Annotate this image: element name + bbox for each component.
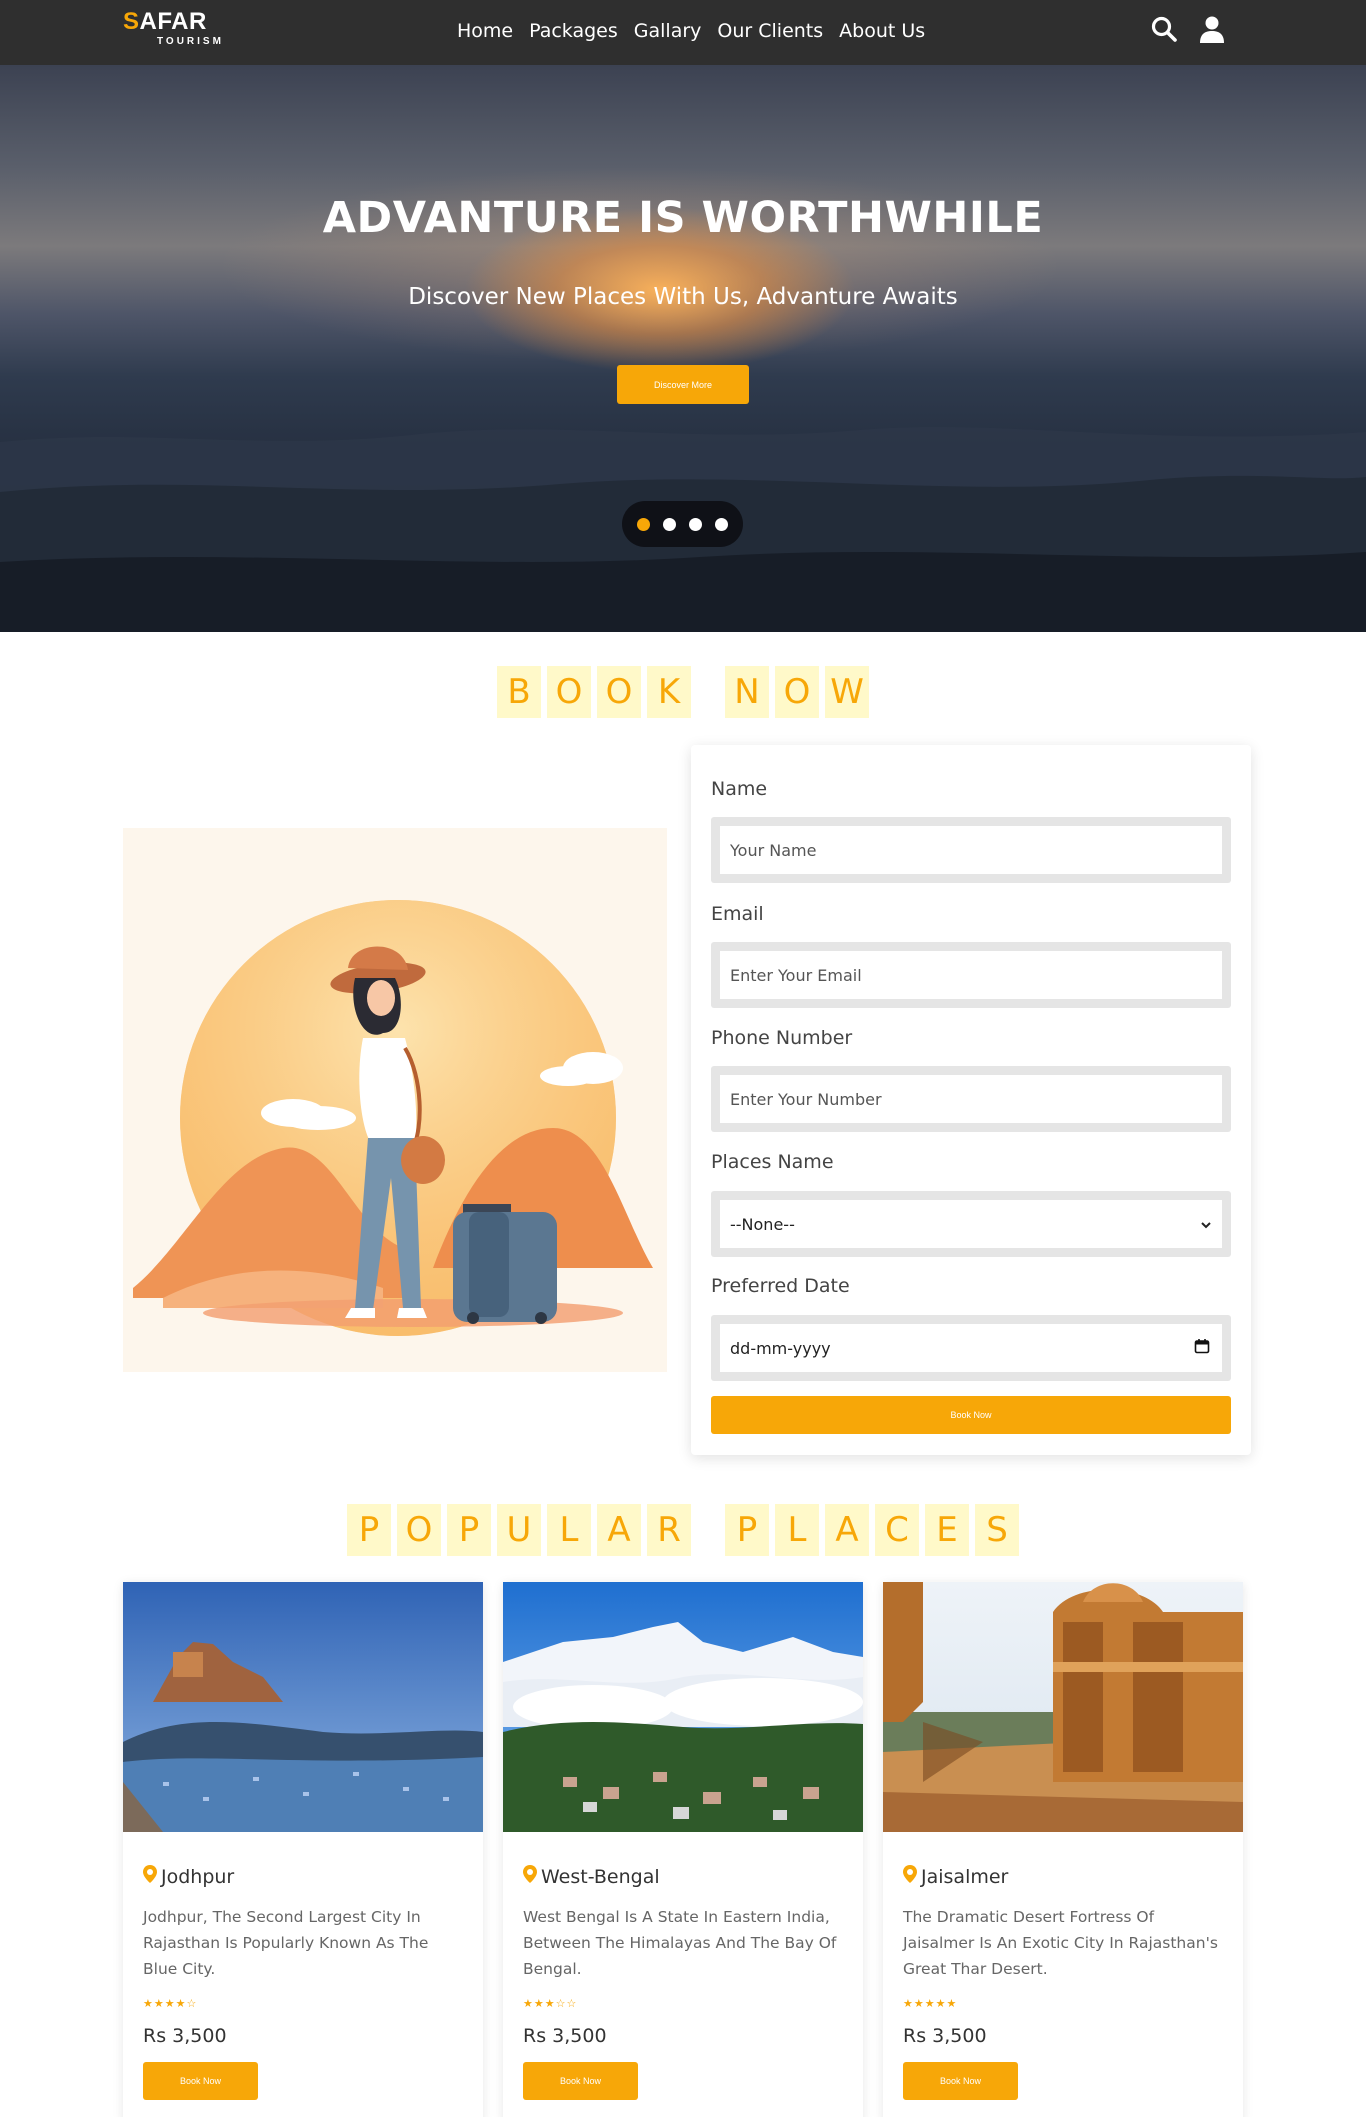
popular-places-title-letter-tile: A	[825, 1504, 869, 1556]
popular-places-title-word: POPULAR	[347, 1504, 691, 1556]
card-price: Rs 3,500	[523, 2025, 607, 2047]
places-select-value: --None--	[730, 1214, 795, 1234]
card-description: The Dramatic Desert Fortress Of Jaisalme…	[903, 1908, 1218, 1978]
location-pin-icon	[523, 1865, 537, 1888]
place-card-jodhpur: Jodhpur Jodhpur, The Second Largest City…	[123, 1582, 483, 2117]
traveler-illustration	[123, 828, 667, 1372]
popular-places-title-letter-tile: S	[975, 1504, 1019, 1556]
brand-tagline: TOURISM	[157, 36, 224, 47]
brand-logo[interactable]: SAFAR TOURISM	[123, 8, 224, 48]
location-pin-icon	[903, 1865, 917, 1888]
card-title: Jodhpur	[143, 1865, 234, 1888]
place-card-jaisalmer: Jaisalmer The Dramatic Desert Fortress O…	[883, 1582, 1243, 2117]
popular-places-title-letter-tile: P	[447, 1504, 491, 1556]
popular-places-title-letter-tile: L	[547, 1504, 591, 1556]
email-field-wrapper: Enter Your Email	[711, 942, 1231, 1008]
jodhpur-image	[123, 1582, 483, 1832]
card-title: West-Bengal	[523, 1865, 660, 1888]
carousel-indicators	[622, 501, 743, 547]
book-now-title-letter-tile: K	[647, 666, 691, 718]
card-title-text: Jaisalmer	[921, 1865, 1009, 1888]
carousel-dot-1[interactable]	[637, 517, 650, 531]
name-input[interactable]: Your Name	[720, 826, 1222, 874]
book-now-title-letter-tile: O	[775, 666, 819, 718]
west-bengal-image	[503, 1582, 863, 1832]
book-now-title-word: BOOK	[497, 666, 691, 718]
card-description: Jodhpur, The Second Largest City In Raja…	[143, 1908, 429, 1978]
popular-places-title-letter-tile: C	[875, 1504, 919, 1556]
card-price: Rs 3,500	[903, 2025, 987, 2047]
date-input[interactable]: dd-mm-yyyy	[720, 1324, 1222, 1372]
book-now-button[interactable]: Book Now	[523, 2062, 638, 2100]
book-now-title-letter-tile: W	[825, 666, 869, 718]
book-now-title-letter-tile: O	[597, 666, 641, 718]
email-label: Email	[711, 903, 764, 925]
chevron-down-icon	[1200, 1215, 1212, 1234]
places-select[interactable]: --None--	[720, 1200, 1222, 1248]
carousel-dot-2[interactable]	[663, 517, 676, 531]
card-description: West Bengal Is A State In Eastern India,…	[523, 1908, 837, 1978]
rating-stars: ★★★★★	[903, 1997, 958, 2010]
main-nav: Home Packages Gallary Our Clients About …	[457, 18, 925, 44]
places-label: Places Name	[711, 1151, 834, 1173]
booking-form: Name Your Name Email Enter Your Email Ph…	[691, 745, 1251, 1455]
popular-places-title-letter-tile: R	[647, 1504, 691, 1556]
book-now-button[interactable]: Book Now	[143, 2062, 258, 2100]
popular-places-title-word: PLACES	[725, 1504, 1019, 1556]
phone-label: Phone Number	[711, 1027, 853, 1049]
date-input-value: dd-mm-yyyy	[730, 1338, 831, 1358]
hero-title: ADVANTURE IS WORTHWHILE	[322, 193, 1044, 243]
popular-places-title-letter-tile: P	[725, 1504, 769, 1556]
phone-field-wrapper: Enter Your Number	[711, 1066, 1231, 1132]
book-now-title-word: NOW	[725, 666, 869, 718]
popular-places-title-letter-tile: A	[597, 1504, 641, 1556]
book-now-title-letter-tile: N	[725, 666, 769, 718]
card-title: Jaisalmer	[903, 1865, 1008, 1888]
book-now-title-letter-tile: B	[497, 666, 541, 718]
name-label: Name	[711, 778, 768, 800]
card-price: Rs 3,500	[143, 2025, 227, 2047]
card-title-text: West-Bengal	[541, 1865, 660, 1888]
jaisalmer-image	[883, 1582, 1243, 1832]
user-icon[interactable]	[1198, 15, 1226, 43]
top-navbar: SAFAR TOURISM Home Packages Gallary Our …	[0, 0, 1366, 65]
book-now-title-letter-tile: O	[547, 666, 591, 718]
nav-our-clients[interactable]: Our Clients	[717, 18, 823, 44]
card-title-text: Jodhpur	[161, 1865, 235, 1888]
nav-packages[interactable]: Packages	[529, 18, 618, 44]
popular-places-title-letter-tile: U	[497, 1504, 541, 1556]
brand-name: SAFAR	[123, 8, 207, 35]
rating-stars: ★★★★☆	[143, 1997, 198, 2010]
date-label: Preferred Date	[711, 1275, 850, 1297]
location-pin-icon	[143, 1865, 157, 1888]
date-field-wrapper: dd-mm-yyyy	[711, 1315, 1231, 1381]
name-field-wrapper: Your Name	[711, 817, 1231, 883]
popular-places-title-letter-tile: L	[775, 1504, 819, 1556]
places-field-wrapper: --None--	[711, 1191, 1231, 1257]
popular-places-heading: POPULARPLACES	[0, 1504, 1366, 1556]
carousel-dot-3[interactable]	[689, 517, 702, 531]
nav-about-us[interactable]: About Us	[839, 18, 925, 44]
rating-stars: ★★★☆☆	[523, 1997, 578, 2010]
hero-banner: ADVANTURE IS WORTHWHILE Discover New Pla…	[0, 65, 1366, 632]
popular-places-title-letter-tile: P	[347, 1504, 391, 1556]
discover-more-button[interactable]: Discover More	[617, 365, 749, 404]
carousel-dot-4[interactable]	[715, 517, 728, 531]
calendar-icon[interactable]	[1194, 1338, 1210, 1358]
hero-subtitle: Discover New Places With Us, Advanture A…	[408, 284, 958, 310]
email-input[interactable]: Enter Your Email	[720, 951, 1222, 999]
header-actions	[1150, 15, 1226, 43]
nav-gallary[interactable]: Gallary	[634, 18, 702, 44]
phone-input[interactable]: Enter Your Number	[720, 1075, 1222, 1123]
nav-home[interactable]: Home	[457, 18, 513, 44]
place-card-west-bengal: West-Bengal West Bengal Is A State In Ea…	[503, 1582, 863, 2117]
book-now-title-word-gap	[697, 666, 719, 718]
search-icon[interactable]	[1150, 15, 1178, 43]
book-now-button[interactable]: Book Now	[903, 2062, 1018, 2100]
popular-places-title-letter-tile: O	[397, 1504, 441, 1556]
popular-places-title-word-gap	[697, 1504, 719, 1556]
popular-places-title-letter-tile: E	[925, 1504, 969, 1556]
book-now-submit-button[interactable]: Book Now	[711, 1396, 1231, 1434]
book-now-heading: BOOKNOW	[0, 666, 1366, 718]
